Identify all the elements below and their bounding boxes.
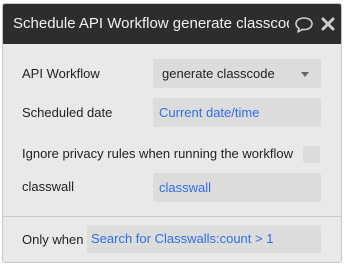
scheduled-date-label: Scheduled date <box>22 105 113 120</box>
ignore-privacy-label: Ignore privacy rules when running the wo… <box>22 146 293 161</box>
classwall-label: classwall <box>22 179 75 194</box>
chevron-down-icon <box>301 72 309 77</box>
close-icon[interactable] <box>321 17 335 31</box>
scheduled-date-field[interactable]: Current date/time <box>153 98 321 127</box>
only-when-condition-field[interactable]: Search for Classwalls:count > 1 <box>87 225 321 253</box>
api-workflow-dropdown[interactable]: generate classcode <box>153 59 321 88</box>
ignore-privacy-checkbox[interactable] <box>303 146 320 163</box>
api-workflow-label: API Workflow <box>22 66 100 81</box>
section-divider <box>3 216 341 217</box>
classwall-field[interactable]: classwall <box>153 173 321 202</box>
schedule-api-workflow-dialog: Schedule API Workflow generate classcode… <box>2 3 342 263</box>
only-when-label: Only when <box>22 232 84 247</box>
api-workflow-value: generate classcode <box>162 66 275 81</box>
dialog-title: Schedule API Workflow generate classcode <box>13 15 289 32</box>
speech-bubble-icon[interactable] <box>294 16 314 34</box>
dialog-titlebar: Schedule API Workflow generate classcode <box>3 4 341 44</box>
